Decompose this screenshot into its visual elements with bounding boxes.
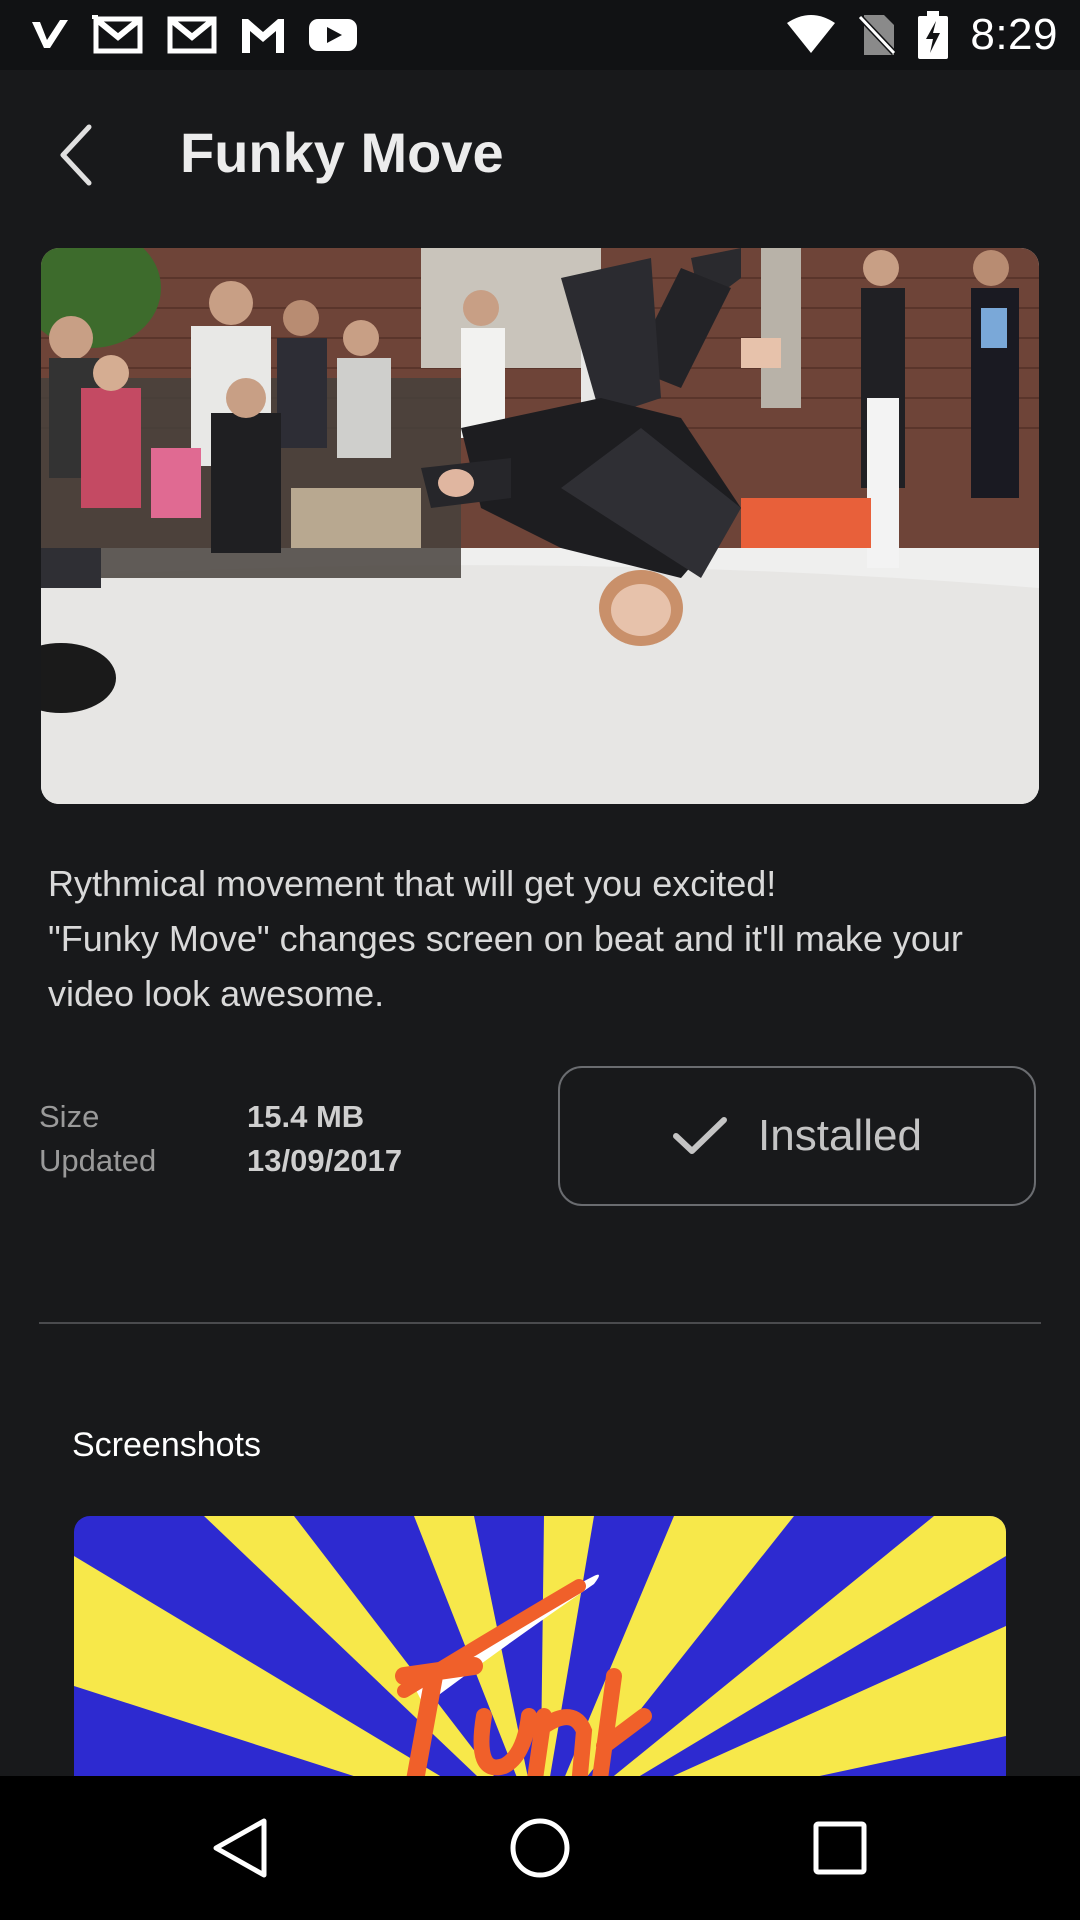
app-screen: 8:29 Funky Move Rythmical movement that … [0, 0, 1080, 1920]
back-button[interactable] [40, 110, 110, 200]
size-value: 15.4 MB [247, 1099, 365, 1134]
description-line-2: "Funky Move" changes screen on beat and … [48, 918, 963, 1014]
chevron-left-icon [60, 124, 92, 186]
system-status-icons: 8:29 [786, 8, 1058, 62]
status-time: 8:29 [970, 10, 1058, 59]
gmail-icon [92, 15, 144, 55]
nav-recents-button[interactable] [790, 1798, 890, 1898]
nav-home-button[interactable] [490, 1798, 590, 1898]
description-line-1: Rythmical movement that will get you exc… [48, 863, 777, 904]
gmail-icon [240, 15, 286, 55]
system-nav-bar [0, 1776, 1080, 1920]
no-sim-icon [858, 13, 897, 57]
installed-button[interactable]: Installed [558, 1066, 1036, 1206]
gmail-icon [166, 15, 218, 55]
installed-label: Installed [758, 1111, 922, 1160]
effect-description: Rythmical movement that will get you exc… [48, 856, 1028, 1021]
screenshots-heading: Screenshots [72, 1426, 261, 1464]
v-app-icon [30, 18, 70, 52]
updated-label: Updated [39, 1143, 157, 1178]
youtube-icon [308, 17, 358, 53]
updated-value: 13/09/2017 [247, 1143, 403, 1178]
page-title: Funky Move [180, 121, 504, 184]
home-circle-icon [510, 1818, 570, 1878]
nav-back-button[interactable] [190, 1798, 290, 1898]
status-bar: 8:29 [0, 0, 1080, 70]
app-header: Funky Move [0, 70, 1080, 240]
hero-image [41, 248, 1039, 804]
recents-square-icon [813, 1821, 867, 1875]
battery-charging-icon [918, 11, 949, 59]
screenshot-thumbnail[interactable] [74, 1516, 1006, 1776]
size-label: Size [39, 1099, 100, 1134]
back-triangle-icon [213, 1818, 267, 1878]
wifi-icon [786, 15, 836, 55]
notification-icons [30, 12, 358, 58]
checkmark-icon [673, 1117, 728, 1154]
section-divider [39, 1322, 1041, 1324]
